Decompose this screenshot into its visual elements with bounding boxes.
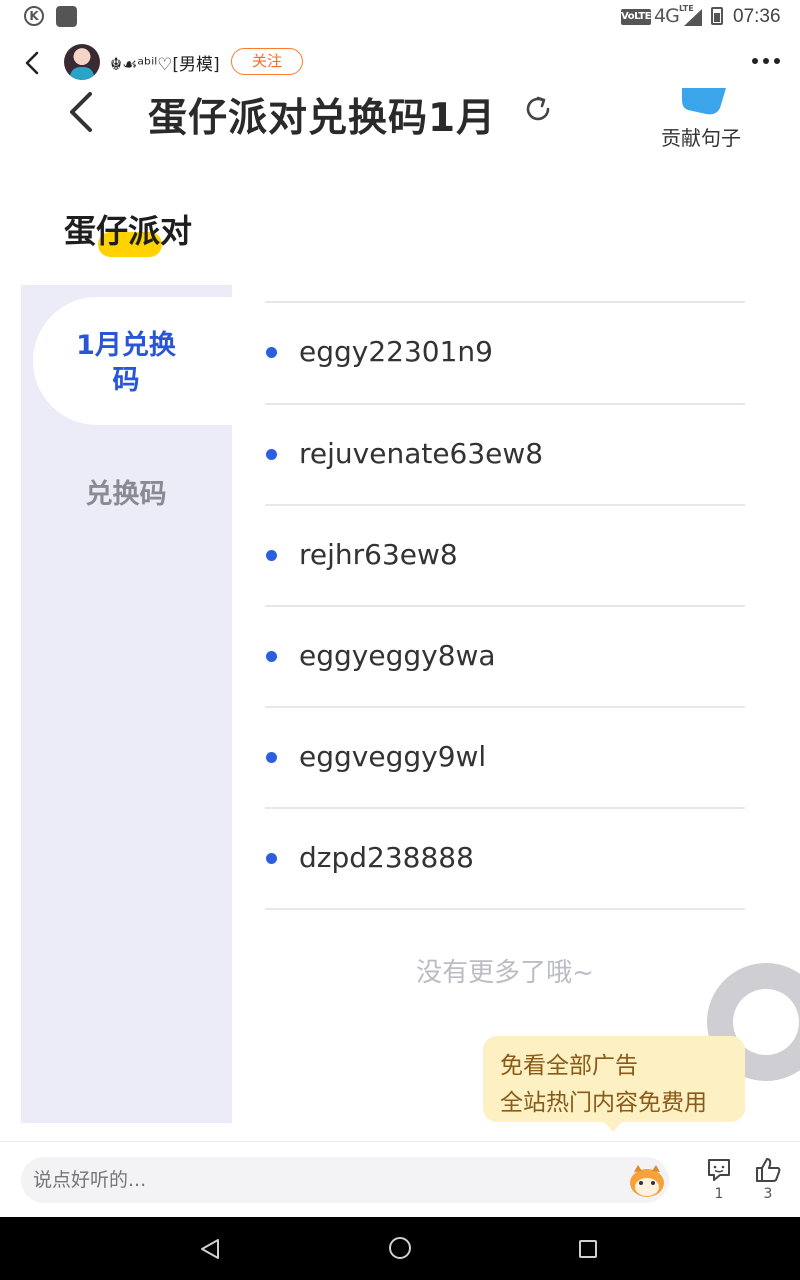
comment-count: 1 bbox=[714, 1186, 724, 1202]
k-app-icon: K bbox=[24, 6, 44, 26]
code-text: rejhr63ew8 bbox=[299, 538, 458, 571]
back-arrow-icon[interactable] bbox=[18, 48, 48, 78]
list-item: eggveggy9wl bbox=[265, 708, 745, 808]
code-text: eggyeggy8wa bbox=[299, 639, 496, 672]
like-count: 3 bbox=[763, 1186, 773, 1202]
list-item: dzpd238888 bbox=[265, 809, 745, 909]
list-item: eggy22301n9 bbox=[265, 303, 745, 403]
bullet bbox=[266, 752, 277, 763]
bullet bbox=[266, 449, 277, 460]
nav-home-icon[interactable] bbox=[389, 1237, 411, 1259]
bullet bbox=[266, 550, 277, 561]
battery-icon bbox=[711, 7, 723, 25]
like-thumb-icon[interactable] bbox=[754, 1157, 782, 1183]
clock: 07:36 bbox=[733, 6, 781, 27]
network-type: 4G bbox=[654, 5, 680, 27]
screenshot-back-icon bbox=[70, 92, 92, 132]
comment-input[interactable] bbox=[21, 1157, 669, 1203]
bullet bbox=[266, 853, 277, 864]
contribute-label: 贡献句子 bbox=[661, 126, 741, 150]
brand-title: 蛋仔派对 bbox=[64, 212, 193, 250]
comment-icon[interactable] bbox=[706, 1157, 732, 1183]
code-text: dzpd238888 bbox=[299, 841, 474, 874]
ad-free-line1: 免看全部广告 bbox=[500, 1053, 638, 1079]
divider bbox=[265, 908, 745, 910]
refresh-icon bbox=[526, 96, 550, 121]
page-title: 蛋仔派对兑换码1月 bbox=[148, 96, 497, 141]
avatar[interactable] bbox=[64, 44, 100, 80]
username[interactable]: ☬☙ᵃᵇⁱˡ♡[男模] bbox=[110, 50, 220, 75]
more-options-icon[interactable] bbox=[752, 58, 782, 66]
tab-codes-label: 兑换码 bbox=[85, 479, 167, 510]
follow-button[interactable]: 关注 bbox=[231, 48, 303, 75]
signal-icon bbox=[684, 9, 702, 26]
bullet bbox=[266, 347, 277, 358]
code-text: eggy22301n9 bbox=[299, 335, 493, 368]
list-item: rejuvenate63ew8 bbox=[265, 405, 745, 505]
bullet bbox=[266, 651, 277, 662]
code-text: rejuvenate63ew8 bbox=[299, 437, 544, 470]
end-of-list-text: 没有更多了哦~ bbox=[416, 958, 594, 988]
ad-free-line2: 全站热门内容免费用 bbox=[500, 1090, 707, 1116]
list-item: eggyeggy8wa bbox=[265, 607, 745, 707]
list-item: rejhr63ew8 bbox=[265, 506, 745, 606]
volte-badge: VoLTE bbox=[621, 9, 651, 25]
nav-recents-icon[interactable] bbox=[579, 1240, 597, 1258]
nav-back-icon[interactable] bbox=[198, 1237, 222, 1261]
contribute-icon bbox=[682, 88, 726, 115]
notification-icon bbox=[56, 6, 77, 27]
tab-january-codes-label: 1月兑换 码 bbox=[76, 330, 176, 396]
emoji-sticker-icon[interactable] bbox=[628, 1163, 666, 1199]
code-text: eggveggy9wl bbox=[299, 740, 487, 773]
